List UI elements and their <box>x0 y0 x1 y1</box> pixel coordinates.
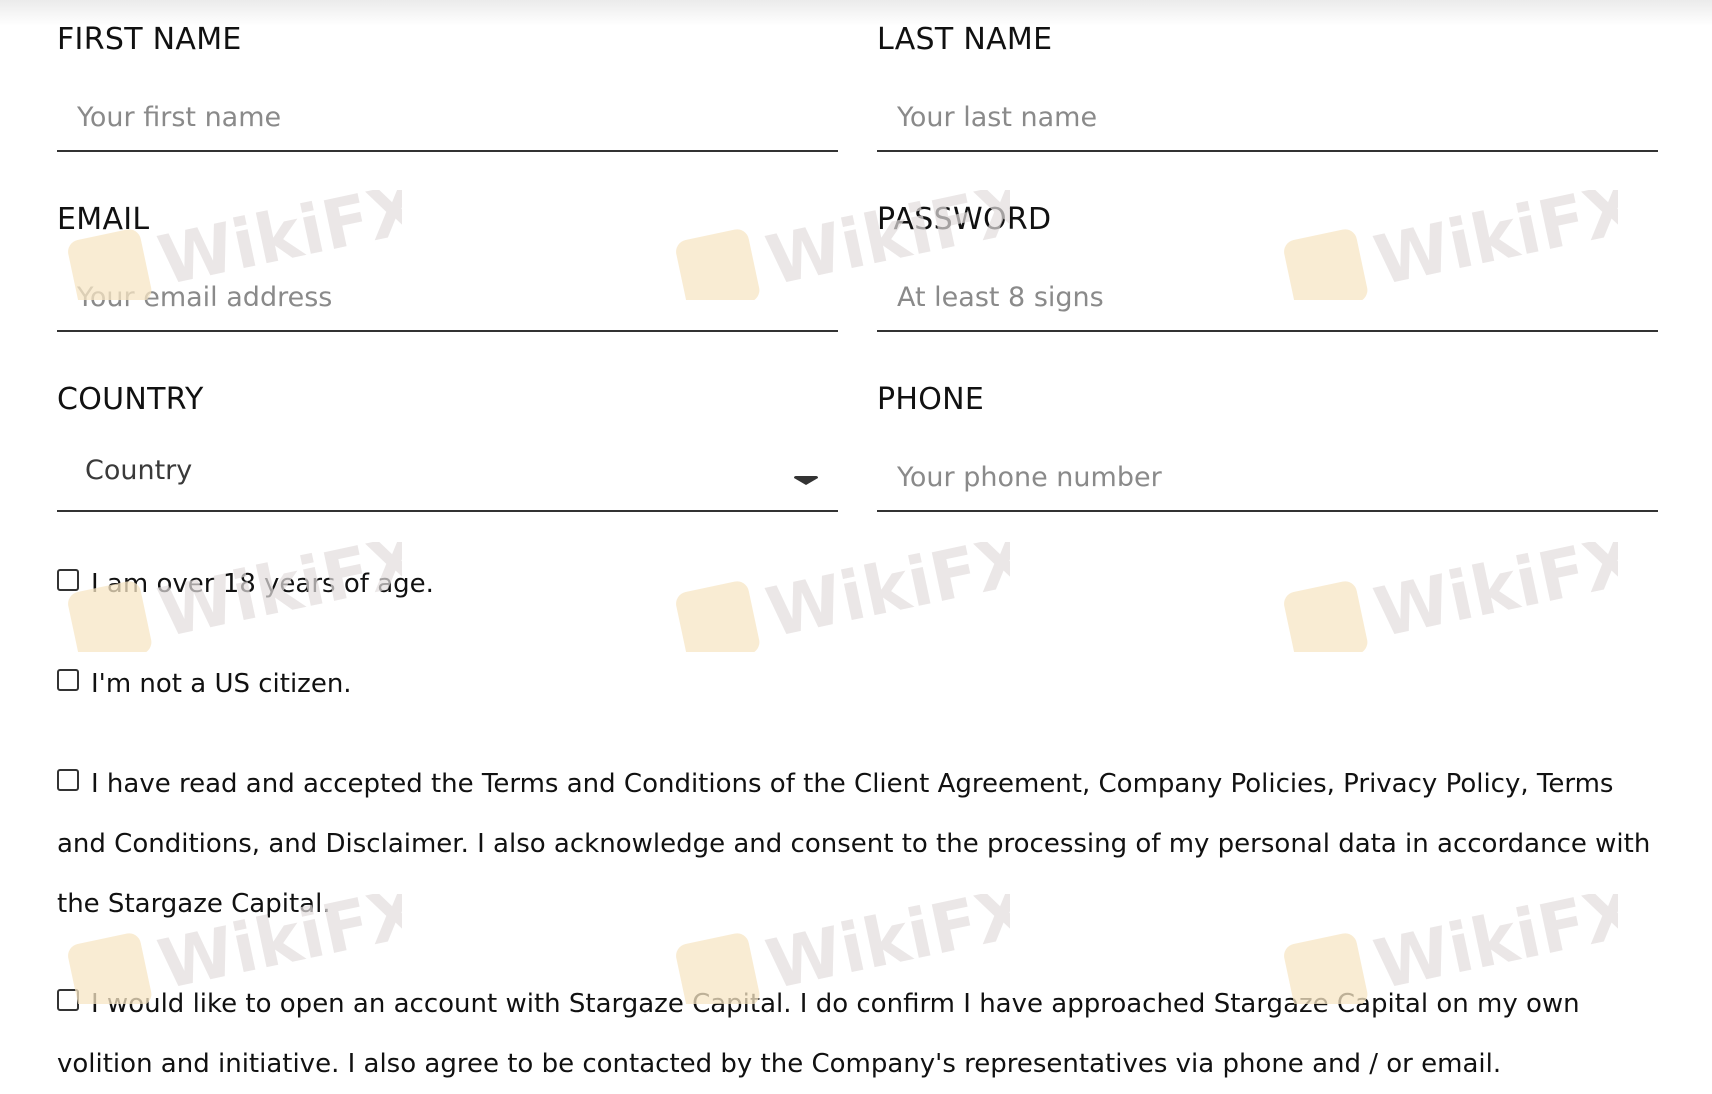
country-select[interactable]: Country <box>57 444 838 512</box>
us-citizen-row: I'm not a US citizen. <box>57 654 1657 714</box>
registration-form: FIRST NAME LAST NAME EMAIL PASSWORD COUN… <box>57 0 1658 1094</box>
first-name-input[interactable] <box>57 84 838 152</box>
country-label: COUNTRY <box>57 382 204 417</box>
own-volition-checkbox[interactable] <box>57 989 79 1011</box>
password-label: PASSWORD <box>877 202 1052 237</box>
terms-checkbox-label: I have read and accepted the Terms and C… <box>57 769 1651 919</box>
password-group: PASSWORD <box>877 180 1658 333</box>
first-name-group: FIRST NAME <box>57 0 838 153</box>
own-volition-row: I would like to open an account with Sta… <box>57 974 1657 1094</box>
terms-checkbox[interactable] <box>57 769 79 791</box>
email-label: EMAIL <box>57 202 150 237</box>
age-consent-row: I am over 18 years of age. <box>57 554 1657 614</box>
country-select-value: Country <box>85 455 193 486</box>
phone-label: PHONE <box>877 382 985 417</box>
us-citizen-checkbox[interactable] <box>57 669 79 691</box>
caret-down-icon <box>794 476 818 485</box>
age-checkbox-label: I am over 18 years of age. <box>91 569 434 599</box>
email-input[interactable] <box>57 264 838 332</box>
last-name-input[interactable] <box>877 84 1658 152</box>
age-checkbox[interactable] <box>57 569 79 591</box>
first-name-label: FIRST NAME <box>57 22 242 57</box>
terms-consent-row: I have read and accepted the Terms and C… <box>57 754 1657 934</box>
country-group: COUNTRY Country <box>57 360 838 513</box>
last-name-label: LAST NAME <box>877 22 1053 57</box>
password-input[interactable] <box>877 264 1658 332</box>
last-name-group: LAST NAME <box>877 0 1658 153</box>
phone-input[interactable] <box>877 444 1658 512</box>
phone-group: PHONE <box>877 360 1658 513</box>
us-citizen-checkbox-label: I'm not a US citizen. <box>91 669 352 699</box>
own-volition-checkbox-label: I would like to open an account with Sta… <box>57 989 1580 1079</box>
email-group: EMAIL <box>57 180 838 333</box>
